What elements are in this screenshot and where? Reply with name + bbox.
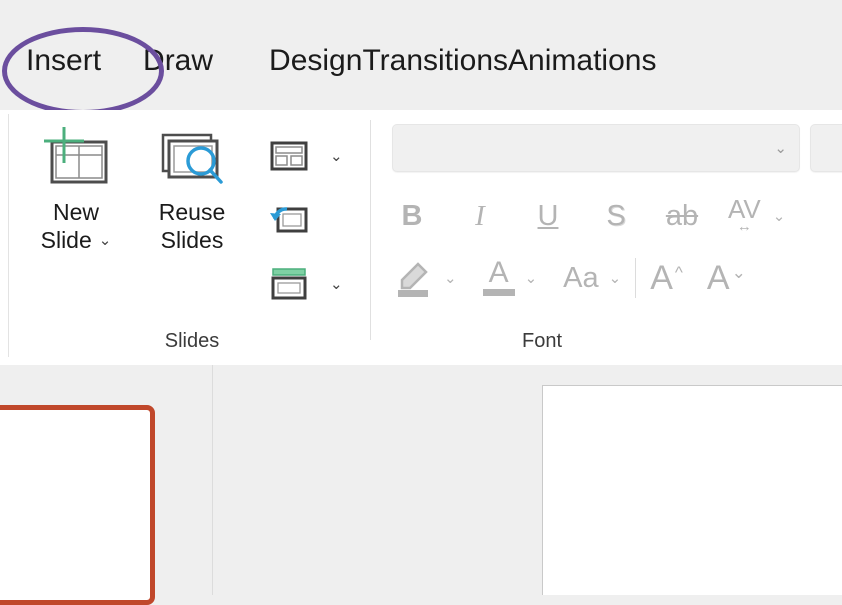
tab-insert[interactable]: Insert xyxy=(26,46,101,76)
ribbon-group-font: ⌄ ⌄ B I U S ab AV ↔ ⌄ xyxy=(372,110,842,365)
font-name-combobox[interactable]: ⌄ xyxy=(392,124,800,172)
reuse-slides-button[interactable]: Reuse Slides xyxy=(140,118,244,254)
group-label-slides: Slides xyxy=(164,330,220,352)
character-spacing-arrows: ↔ xyxy=(736,217,752,235)
strikethrough-icon[interactable]: ab xyxy=(658,200,706,233)
slide-editing-area xyxy=(213,365,842,595)
slide-thumbnail-panel[interactable] xyxy=(0,365,212,605)
reset-button[interactable] xyxy=(266,188,376,252)
increase-font-size-glyph: A xyxy=(650,258,673,297)
chevron-down-icon[interactable]: ⌄ xyxy=(774,141,787,156)
italic-icon[interactable]: I xyxy=(460,200,500,233)
slide-canvas[interactable] xyxy=(542,385,842,595)
font-color-icon[interactable]: A xyxy=(482,256,515,296)
chevron-down-icon[interactable]: ⌄ xyxy=(444,269,457,287)
font-format-row-1: B I U S ab AV ↔ ⌄ xyxy=(392,188,786,244)
decrease-font-size-icon[interactable]: A ⌄ xyxy=(706,258,746,297)
font-format-row-2: ⌄ A ⌄ Aa ⌄ A ^ A ⌄ xyxy=(392,250,746,306)
text-shadow-icon[interactable]: S xyxy=(596,200,636,233)
workspace xyxy=(0,365,842,605)
ribbon-left-edge-divider xyxy=(8,114,9,357)
chevron-down-icon[interactable]: ⌄ xyxy=(330,149,343,164)
underline-icon[interactable]: U xyxy=(528,200,568,233)
text-highlight-icon[interactable] xyxy=(392,256,434,300)
decrease-font-size-glyph: A xyxy=(706,258,730,297)
chevron-down-icon[interactable]: ⌄ xyxy=(330,277,343,292)
reset-slide-icon xyxy=(266,203,312,237)
section-button[interactable]: ⌄ xyxy=(266,252,376,316)
layout-button[interactable]: ⌄ xyxy=(266,124,376,188)
bold-icon[interactable]: B xyxy=(392,200,432,233)
slides-small-button-stack: ⌄ ⌄ xyxy=(266,124,376,316)
tab-animations[interactable]: Animations xyxy=(508,46,656,76)
group-label-font: Font xyxy=(521,330,563,352)
tab-draw[interactable]: Draw xyxy=(143,46,213,76)
chevron-down-icon[interactable]: ⌄ xyxy=(99,233,112,248)
chevron-down-icon[interactable]: ⌄ xyxy=(773,207,786,225)
ribbon-tab-strip: Insert Draw Design Transitions Animation… xyxy=(0,0,842,115)
new-slide-label-line2: Slide xyxy=(40,227,92,254)
reuse-slides-label-line1: Reuse xyxy=(158,199,226,225)
powerpoint-window: Insert Draw Design Transitions Animation… xyxy=(0,0,842,605)
change-case-icon[interactable]: Aa xyxy=(563,262,598,295)
reuse-slides-icon xyxy=(155,118,229,198)
chevron-down-icon[interactable]: ⌄ xyxy=(525,269,538,287)
font-size-combobox[interactable]: ⌄ xyxy=(810,124,842,172)
new-slide-icon xyxy=(39,118,113,198)
toolbar-separator xyxy=(635,258,637,298)
ribbon-body: New Slide ⌄ Reuse Slides ⌄ ⌄ Slides ⌄ B … xyxy=(0,110,842,365)
new-slide-button[interactable]: New Slide ⌄ xyxy=(24,118,128,254)
slide-layout-icon xyxy=(266,139,312,173)
group-divider xyxy=(370,120,371,340)
slide-thumbnail-selected[interactable] xyxy=(0,405,155,605)
chevron-down-icon[interactable]: ⌄ xyxy=(609,269,622,287)
new-slide-label-line1: New xyxy=(52,199,99,225)
character-spacing-icon[interactable]: AV ↔ xyxy=(728,196,761,235)
increase-font-size-icon[interactable]: A ^ xyxy=(650,258,683,297)
caret-up-icon: ^ xyxy=(674,262,683,282)
caret-down-icon: ⌄ xyxy=(731,262,746,282)
font-color-swatch xyxy=(482,288,515,296)
reuse-slides-label-line2: Slides xyxy=(160,227,224,254)
ribbon-tab-list: Insert Draw Design Transitions Animation… xyxy=(0,46,656,76)
tab-design[interactable]: Design xyxy=(269,46,362,76)
font-color-glyph: A xyxy=(488,256,509,290)
section-icon xyxy=(266,267,312,301)
ribbon-group-slides: New Slide ⌄ Reuse Slides ⌄ ⌄ Slides xyxy=(14,110,370,365)
tab-transitions[interactable]: Transitions xyxy=(362,46,508,76)
